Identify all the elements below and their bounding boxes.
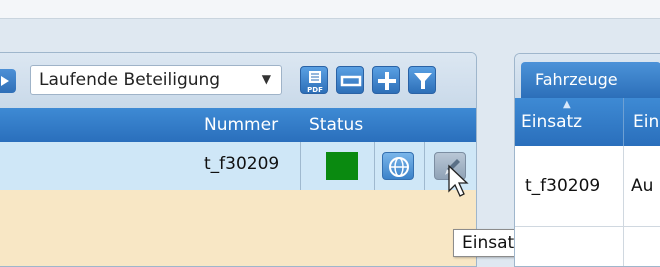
top-strip — [0, 0, 660, 19]
web-link-button[interactable] — [382, 152, 414, 180]
cell-divider — [374, 142, 375, 190]
tab-fahrzeuge[interactable]: Fahrzeuge — [521, 62, 660, 98]
expand-arrow-button[interactable] — [0, 69, 16, 93]
grid-header: ▲ Einsatz Ein — [515, 98, 660, 146]
row-einsatz: t_f30209 — [525, 176, 601, 196]
table-row[interactable]: t_f30209 — [0, 142, 476, 191]
filter-button[interactable] — [408, 66, 436, 94]
column-header-nummer[interactable]: Nummer — [204, 115, 278, 135]
minimize-button[interactable] — [336, 66, 364, 94]
sort-ascending-icon: ▲ — [563, 99, 571, 110]
empty-grid-area — [0, 190, 476, 266]
filter-select[interactable]: Laufende Beteiligung ▼ — [30, 65, 282, 95]
arrow-right-icon — [1, 76, 9, 86]
chevron-down-icon: ▼ — [261, 72, 271, 86]
column-header-ein[interactable]: Ein — [633, 112, 659, 132]
grid-header: Nummer Status — [0, 108, 476, 142]
svg-text:PDF: PDF — [307, 86, 323, 94]
globe-icon — [389, 157, 409, 177]
cell-divider — [424, 142, 425, 190]
pdf-icon: PDF — [307, 71, 323, 94]
minimize-icon — [340, 75, 362, 87]
row-col2: Au — [631, 176, 654, 196]
panel-toolbar: Laufende Beteiligung ▼ PDF — [0, 53, 476, 108]
tab-strip: Fahrzeuge — [515, 54, 660, 98]
table-row[interactable]: t_f30209 Au — [515, 146, 660, 227]
header-divider — [623, 98, 624, 146]
plus-icon — [378, 72, 396, 90]
mouse-cursor-icon — [448, 164, 469, 197]
filter-select-value: Laufende Beteiligung — [39, 70, 221, 90]
fahrzeuge-panel: Fahrzeuge ▲ Einsatz Ein t_f30209 Au — [514, 53, 660, 267]
einsatz-panel: Laufende Beteiligung ▼ PDF Nummer Status… — [0, 52, 477, 267]
row-nummer: t_f30209 — [204, 154, 280, 174]
cell-divider — [300, 142, 301, 190]
cell-divider — [623, 146, 624, 266]
status-indicator — [326, 152, 358, 180]
pdf-export-button[interactable]: PDF — [300, 66, 328, 94]
column-header-status[interactable]: Status — [309, 115, 363, 135]
filter-icon — [414, 73, 432, 89]
tab-label: Fahrzeuge — [535, 70, 618, 89]
column-header-einsatz[interactable]: Einsatz — [521, 112, 582, 132]
add-button[interactable] — [372, 66, 400, 94]
